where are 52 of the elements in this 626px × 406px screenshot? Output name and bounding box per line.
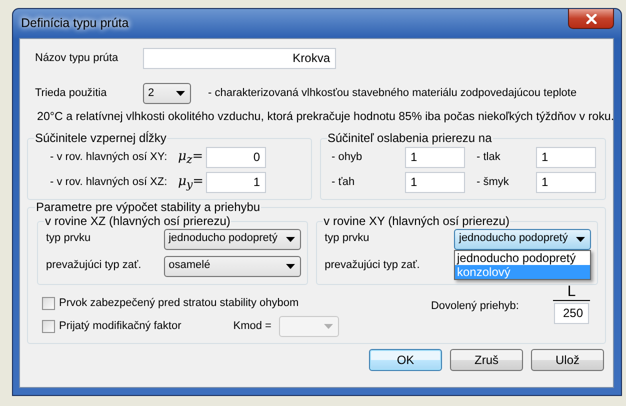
group-title: v rovine XY (hlavných osí prierezu)	[322, 214, 510, 229]
number-field[interactable]: 1	[404, 146, 464, 168]
number-field[interactable]: 250	[554, 302, 589, 324]
fraction-line	[553, 300, 590, 301]
close-button[interactable]	[568, 9, 614, 29]
caret-icon	[286, 264, 295, 269]
group-title: Súčinitele vzpernej dĺžky	[34, 131, 168, 146]
field-label: Názov typu prúta	[35, 52, 120, 66]
description-text: - charakterizovaná vlhkosťou stavebného materiálu zodpovedajúcou teplote	[208, 86, 577, 100]
field-label: - ohyb	[332, 150, 364, 164]
number-field[interactable]: 1	[536, 172, 596, 193]
field-label: Trieda použitia	[35, 86, 108, 100]
dialog-button[interactable]: Ulož	[531, 349, 604, 372]
checkbox[interactable]	[42, 297, 55, 310]
checkbox-label: Prvok zabezpečený pred stratou stability ohybom	[59, 296, 299, 310]
field-label: - šmyk	[476, 176, 510, 190]
dropdown[interactable]: 2	[143, 83, 191, 104]
field-label: - tlak	[476, 150, 502, 164]
caret-icon	[576, 236, 585, 242]
number-field[interactable]: 0	[206, 146, 266, 168]
note-text: 20°C a relatívnej vlhkosti okolitého vzduchu, ktorá prekračuje hodnotu 85% iba počas niekoľkých týždňov v roku.	[37, 110, 614, 124]
checkbox-label: Prijatý modifikačný faktor	[59, 320, 182, 334]
coefficient-symbol: μ$_{z}$=	[178, 149, 204, 166]
dropdown-option[interactable]: jednoducho podopretý	[455, 250, 590, 265]
number-field[interactable]: 1	[536, 146, 596, 168]
number-field[interactable]: 1	[206, 172, 266, 193]
caret-icon	[286, 236, 295, 242]
field-label: - ťah	[332, 176, 356, 190]
dialog-button[interactable]: Zruš	[450, 349, 523, 372]
caret-icon	[176, 91, 185, 96]
field-label: prevažujúci typ zať.	[46, 259, 142, 274]
field-label: typ prvku	[324, 232, 370, 246]
checkbox[interactable]	[42, 320, 55, 334]
field-label: - v rov. hlavných osí XY:	[50, 150, 168, 164]
caret-icon	[324, 324, 334, 330]
coefficient-symbol: μ$_{y}$=	[178, 174, 205, 190]
dialog-button[interactable]: OK	[369, 349, 442, 372]
close-icon	[586, 14, 596, 24]
field-label: Dovolený priehyb:	[430, 300, 519, 314]
group-title: Parametre pre výpočet stability a priehybu	[35, 200, 262, 214]
fraction-numerator: L	[566, 284, 577, 299]
group-title: Súčiniteľ oslabenia prierezu na	[326, 131, 493, 146]
name-field[interactable]: Krokva	[143, 48, 336, 69]
dropdown[interactable]: jednoducho podopretý	[164, 228, 301, 250]
field-label: prevažujúci typ zať.	[324, 259, 420, 274]
field-label: Kmod =	[233, 320, 272, 334]
field-label: typ prvku	[46, 232, 91, 246]
window-title: Definícia typu prúta	[20, 16, 129, 32]
number-field[interactable]: 1	[404, 172, 464, 193]
group-title: v rovine XZ (hlavných osí prierezu)	[44, 214, 232, 229]
dropdown[interactable]: osamelé	[164, 256, 301, 277]
field-label: - v rov. hlavných osí XZ:	[50, 176, 168, 190]
